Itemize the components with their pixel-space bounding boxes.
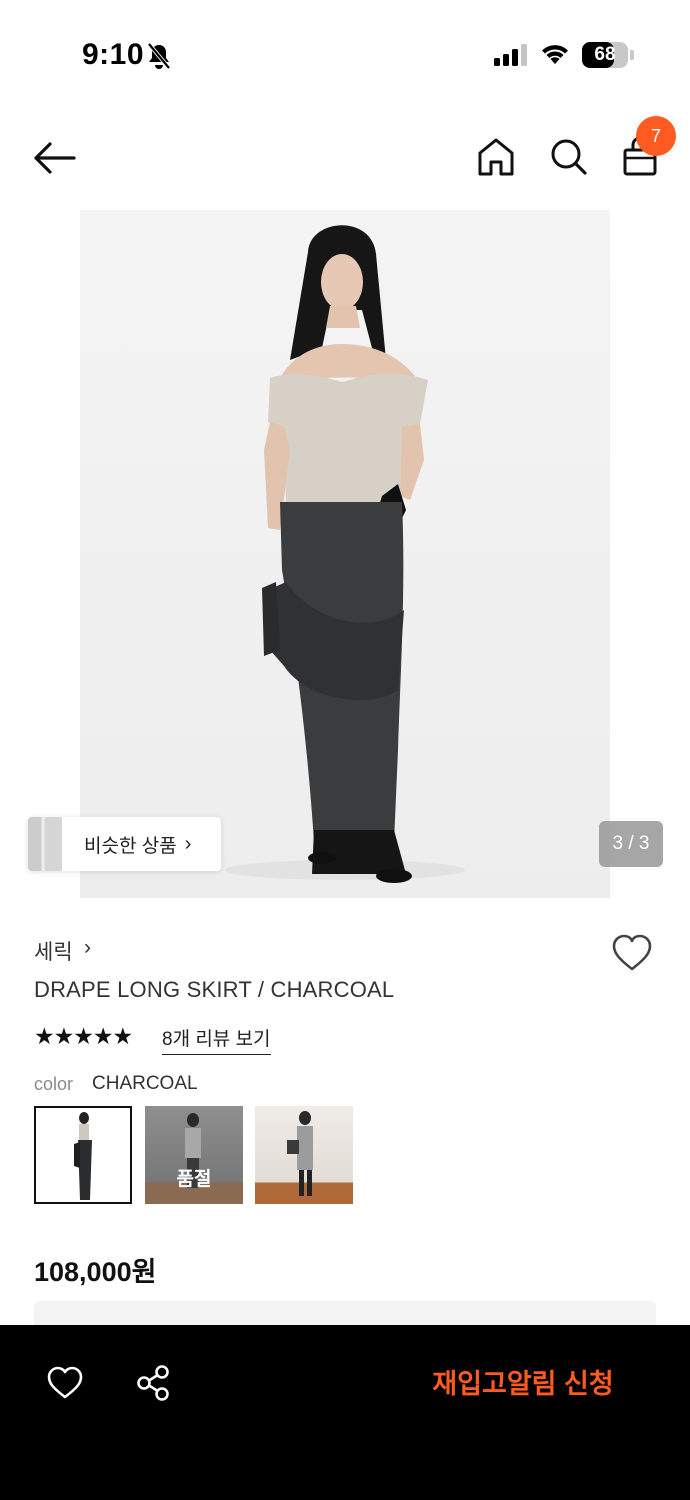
- brand-link[interactable]: 세릭: [34, 936, 73, 966]
- similar-products-thumbnail: [28, 817, 62, 871]
- back-arrow-icon[interactable]: [30, 136, 82, 180]
- bottom-action-bar: [0, 1325, 690, 1500]
- color-swatch-sold-out[interactable]: 품절: [145, 1106, 243, 1204]
- battery-level: 68: [594, 44, 616, 65]
- bell-off-icon: [147, 42, 171, 70]
- wifi-icon: [542, 45, 568, 64]
- heart-icon[interactable]: [611, 934, 653, 972]
- restock-alert-button[interactable]: 재입고알림 신청: [410, 1362, 636, 1406]
- rating-stars: ★★★★★: [34, 1023, 133, 1049]
- chevron-right-icon[interactable]: ›: [84, 936, 91, 960]
- similar-products-button[interactable]: 비슷한 상품 ›: [28, 817, 221, 871]
- color-value: CHARCOAL: [92, 1073, 198, 1094]
- swatch-photo: [74, 1112, 92, 1200]
- color-swatch[interactable]: [255, 1106, 353, 1204]
- status-time: 9:10: [82, 38, 145, 71]
- similar-products-label: 비슷한 상품: [84, 835, 177, 857]
- cart-count-badge: 7: [636, 116, 676, 156]
- color-label: color: [34, 1074, 74, 1094]
- color-swatch-selected[interactable]: [34, 1106, 132, 1204]
- signal-icon: [494, 44, 527, 66]
- product-price: 108,000원: [34, 1257, 157, 1287]
- swatch-photo: [287, 1111, 313, 1196]
- product-title: DRAPE LONG SKIRT / CHARCOAL: [34, 977, 395, 1002]
- battery-indicator: 68: [582, 42, 628, 68]
- home-icon[interactable]: [476, 136, 516, 178]
- review-link[interactable]: 8개 리뷰 보기: [162, 1024, 271, 1055]
- share-icon[interactable]: [135, 1364, 171, 1402]
- image-page-counter: 3 / 3: [599, 821, 663, 867]
- product-photo: [225, 225, 465, 883]
- sold-out-badge: 품절: [176, 1169, 212, 1190]
- search-icon[interactable]: [548, 136, 588, 178]
- battery-cap: [630, 50, 634, 60]
- chevron-right-icon: ›: [184, 832, 192, 855]
- product-image[interactable]: [80, 210, 610, 898]
- heart-icon[interactable]: [46, 1366, 84, 1400]
